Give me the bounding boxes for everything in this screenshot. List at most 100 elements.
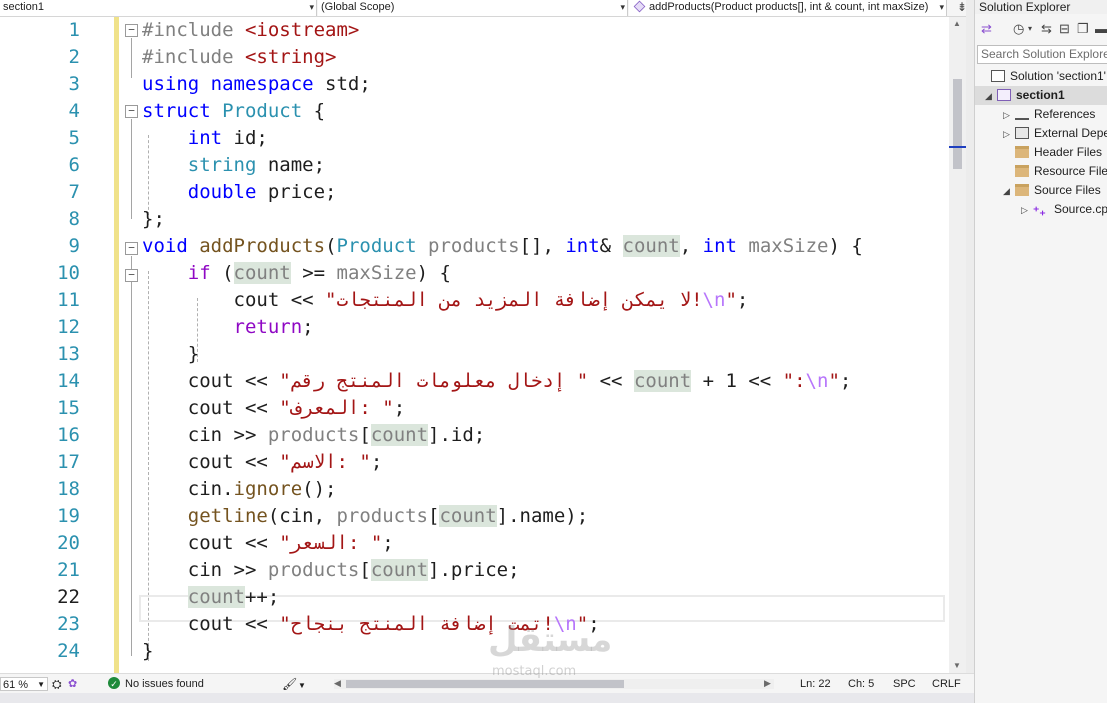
code-token: count (370, 559, 429, 581)
code-token: cout << (142, 289, 326, 311)
sync-icon[interactable]: ⇆ (1041, 21, 1052, 37)
code-token: ; (370, 451, 383, 473)
collapse-icon[interactable]: − (125, 24, 138, 37)
code-token: price; (256, 181, 337, 203)
line-number: 9 (68, 235, 80, 257)
code-token: products (267, 559, 360, 581)
code-token: [], (519, 235, 566, 257)
code-token: maxSize (748, 235, 829, 257)
code-token: cout << (142, 532, 280, 554)
scope-dropdown[interactable]: (Global Scope) ▾ (318, 0, 628, 16)
line-number: 23 (57, 613, 80, 635)
code-line: int id; (142, 125, 268, 152)
cpp-file-icon: ⁺₊ (1033, 204, 1046, 218)
chevron-down-icon[interactable]: ▼ (298, 679, 306, 693)
show-all-files-icon[interactable]: ❐ (1077, 21, 1089, 37)
properties-icon[interactable]: ▬ (1095, 21, 1107, 36)
tree-node-source-files[interactable]: ◢ Source Files (1003, 181, 1101, 200)
code-token: + 1 << (691, 370, 783, 392)
code-token: maxSize (336, 262, 417, 284)
collapse-icon[interactable]: − (125, 242, 138, 255)
line-number: 3 (68, 73, 80, 95)
scroll-right-icon[interactable]: ▶ (764, 676, 771, 690)
code-line-current: count++; (142, 584, 279, 611)
code-cleanup-icon[interactable]: 🖌 (282, 677, 297, 691)
vertical-scrollbar[interactable]: ▲ ▼ (949, 17, 966, 673)
line-number-gutter: 1 2 3 4 5 6 7 8 9 10 11 12 13 14 15 16 1… (0, 17, 110, 673)
code-editor[interactable]: 1 2 3 4 5 6 7 8 9 10 11 12 13 14 15 16 1… (0, 17, 949, 673)
zoom-dropdown[interactable]: 61 % ▼ (0, 677, 48, 691)
horizontal-scrollbar[interactable]: ◀ ▶ (334, 676, 774, 690)
code-line: getline(cin, products[count].name); (142, 503, 588, 530)
scroll-up-icon[interactable]: ▲ (953, 19, 961, 28)
line-number: 18 (57, 478, 80, 500)
line-number: 12 (57, 316, 80, 338)
chevron-down-icon[interactable]: ▾ (1028, 24, 1032, 33)
code-token: } (142, 343, 200, 365)
tree-node-external-dependencies[interactable]: ▷ External Dependencies (1003, 124, 1107, 143)
code-token: }; (142, 208, 165, 230)
code-line: if (count >= maxSize) { (142, 260, 451, 287)
code-token: " (725, 289, 737, 311)
line-number: 6 (68, 154, 80, 176)
collapsed-arrow-icon: ▷ (1003, 110, 1010, 120)
code-token: << (588, 370, 634, 392)
history-icon[interactable]: ◷ (1013, 21, 1024, 37)
collapse-icon[interactable]: − (125, 105, 138, 118)
column-indicator[interactable]: Ch: 5 (848, 677, 874, 691)
whitespace-mode[interactable]: SPC (893, 677, 916, 691)
scrollbar-thumb[interactable] (953, 79, 962, 169)
code-token: #include (142, 46, 245, 68)
window-splitter[interactable] (966, 0, 974, 703)
code-token: cin. (142, 478, 234, 500)
tree-node-source-cpp[interactable]: ▷ ⁺₊ Source.cpp (1021, 200, 1107, 219)
code-token: , (679, 235, 703, 257)
caret-position-marker (949, 146, 966, 148)
scroll-down-icon[interactable]: ▼ (953, 661, 961, 670)
code-token: <string> (244, 46, 337, 68)
tree-node-solution[interactable]: Solution 'section1' (979, 67, 1106, 86)
tree-node-project[interactable]: ◢ section1 (975, 86, 1107, 105)
member-dropdown-label: addProducts(Product products[], int & co… (649, 1, 929, 13)
issues-status[interactable]: No issues found (125, 677, 204, 691)
copilot-icon[interactable]: ✿ (68, 677, 77, 691)
code-token: ; (393, 397, 406, 419)
project-dropdown[interactable]: section1 ▾ (0, 0, 317, 16)
solution-search-input[interactable]: Search Solution Explorer (977, 45, 1107, 64)
code-token: { (302, 100, 326, 122)
intellicode-icon[interactable]: ⛭ (52, 677, 62, 691)
line-ending-mode[interactable]: CRLF (932, 677, 961, 691)
line-number: 19 (57, 505, 80, 527)
code-token: count (633, 370, 692, 392)
chevron-down-icon: ▾ (309, 2, 314, 12)
code-token: std; (313, 73, 371, 95)
tree-node-label: Resource Files (1034, 164, 1107, 178)
scrollbar-thumb[interactable] (346, 680, 624, 688)
code-token: >= (290, 262, 337, 284)
scroll-left-icon[interactable]: ◀ (334, 676, 341, 690)
collapse-icon[interactable]: − (125, 269, 138, 282)
collapse-all-icon[interactable]: ⊟ (1059, 21, 1070, 37)
solution-explorer-title: Solution Explorer (975, 0, 1107, 14)
code-line: } (142, 341, 199, 368)
code-token: } (142, 640, 154, 662)
member-dropdown[interactable]: addProducts(Product products[], int & co… (629, 0, 947, 16)
filter-folder-icon (1015, 184, 1029, 196)
switch-views-icon[interactable]: ⇄ (981, 21, 992, 37)
tree-node-header-files[interactable]: Header Files (1015, 143, 1102, 162)
chevron-down-icon: ▼ (37, 680, 45, 689)
line-indicator[interactable]: Ln: 22 (800, 677, 831, 691)
tree-node-resource-files[interactable]: Resource Files (1015, 162, 1107, 181)
expanded-arrow-icon: ◢ (985, 91, 992, 101)
line-number: 8 (68, 208, 80, 230)
code-line: return; (142, 314, 314, 341)
tree-node-references[interactable]: ▷ References (1003, 105, 1095, 124)
collapsed-arrow-icon: ▷ (1021, 205, 1028, 215)
code-line: #include <string> (142, 44, 336, 71)
project-dropdown-label: section1 (3, 1, 44, 13)
code-token: [ (359, 559, 371, 581)
code-token: id; (222, 127, 268, 149)
